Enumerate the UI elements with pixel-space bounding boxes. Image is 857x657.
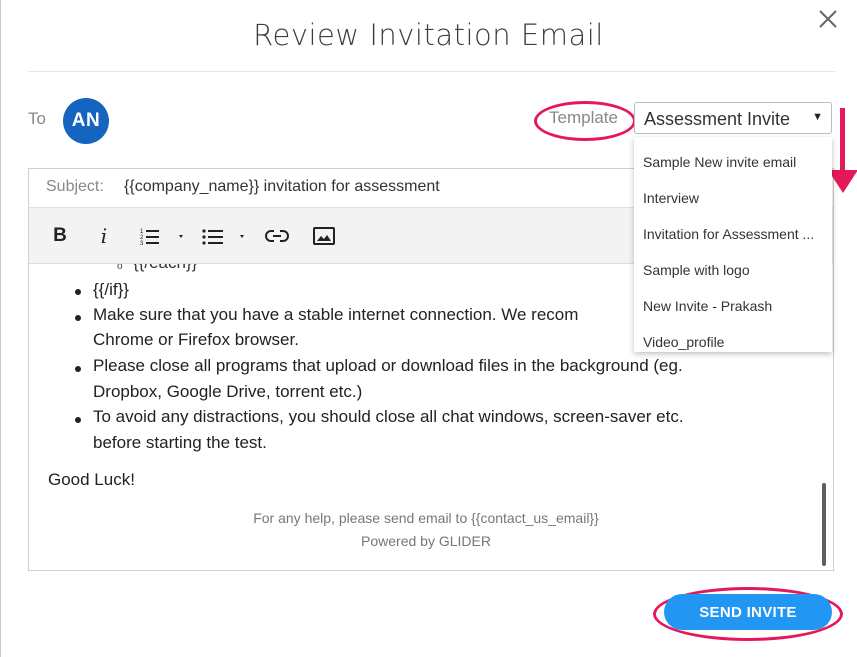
to-label: To — [28, 109, 46, 128]
bullet-dot-icon — [75, 417, 81, 423]
bullet-dot-icon — [75, 366, 81, 372]
template-option[interactable]: New Invite - Prakash — [634, 288, 832, 324]
caret-down-icon: ▼ — [812, 111, 823, 123]
ordered-list-icon[interactable]: 1 2 3 — [139, 208, 187, 263]
body-line: To avoid any distractions, you should cl… — [93, 407, 684, 426]
body-truncated-line: {{/each}} — [133, 264, 197, 276]
body-closing: Good Luck! — [48, 470, 135, 489]
bold-icon[interactable]: B — [47, 208, 73, 263]
bullet-list-icon[interactable] — [201, 208, 249, 263]
footer-powered-text: Powered by GLIDER — [361, 533, 491, 549]
image-icon[interactable] — [311, 208, 337, 263]
window-edge — [0, 0, 1, 657]
template-option[interactable]: Sample New invite email — [634, 144, 832, 180]
template-option[interactable]: Interview — [634, 180, 832, 216]
link-icon[interactable] — [263, 208, 291, 263]
template-option[interactable]: Sample with logo — [634, 252, 832, 288]
template-selected-value: Assessment Invite — [644, 109, 791, 129]
recipient-avatar: AN — [63, 98, 109, 144]
header-divider — [28, 71, 835, 72]
body-line: Dropbox, Google Drive, torrent etc.) — [93, 382, 363, 401]
template-label: Template — [549, 108, 618, 127]
send-invite-button[interactable]: SEND INVITE — [664, 594, 832, 630]
bullet-dot-icon — [75, 315, 81, 321]
italic-icon[interactable]: i — [93, 208, 115, 263]
body-line: before starting the test. — [93, 433, 267, 452]
template-select[interactable]: Assessment Invite ▼ — [634, 102, 832, 134]
bullet-dot-icon — [75, 289, 81, 295]
body-line: Please close all programs that upload or… — [93, 356, 683, 375]
dialog-title: Review Invitation Email — [253, 18, 604, 52]
template-option[interactable]: Invitation for Assessment ... — [634, 216, 832, 252]
svg-text:3: 3 — [140, 241, 144, 246]
template-option[interactable]: Video_profile — [634, 324, 832, 352]
close-icon[interactable] — [813, 4, 843, 34]
subject-input[interactable]: {{company_name}} invitation for assessme… — [124, 178, 440, 196]
template-dropdown-menu: Sample New invite email Interview Invita… — [634, 137, 832, 352]
editor-scrollbar[interactable] — [822, 483, 826, 566]
subject-label: Subject: — [46, 178, 104, 195]
